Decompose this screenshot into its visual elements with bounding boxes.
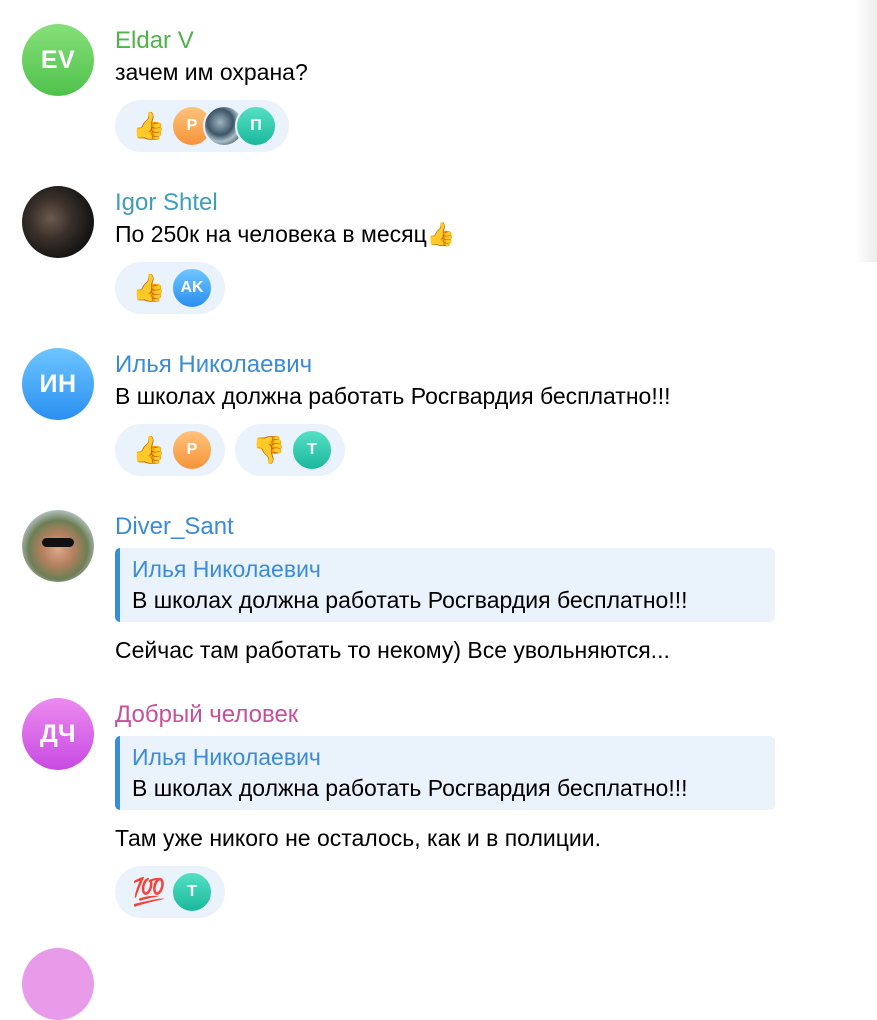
author-name[interactable]: Добрый человек bbox=[115, 700, 775, 730]
avatar[interactable]: ИН bbox=[22, 348, 94, 420]
reaction-thumbs-up[interactable]: 👍 Р bbox=[115, 424, 225, 476]
avatar[interactable] bbox=[22, 186, 94, 258]
message-text: По 250к на человека в месяц👍 bbox=[115, 221, 456, 247]
scroll-shadow bbox=[855, 0, 877, 262]
reactor-avatar: AK bbox=[171, 267, 213, 309]
quote-author: Илья Николаевич bbox=[132, 556, 321, 582]
reactor-avatar: Р bbox=[171, 429, 213, 471]
thumbs-up-icon: 👍 bbox=[132, 273, 166, 303]
reply-quote[interactable]: Илья Николаевич В школах должна работать… bbox=[115, 548, 775, 622]
author-name[interactable]: Diver_Sant bbox=[115, 512, 775, 542]
quote-text: В школах должна работать Росгвардия бесп… bbox=[132, 775, 688, 801]
reactor-avatar: П bbox=[235, 105, 277, 147]
avatar[interactable]: EV bbox=[22, 24, 94, 96]
reaction-thumbs-up[interactable]: 👍 AK bbox=[115, 262, 225, 314]
author-name[interactable]: Илья Николаевич bbox=[115, 350, 671, 380]
hundred-points-icon: 💯 bbox=[132, 877, 166, 907]
message-text: Там уже никого не осталось, как и в поли… bbox=[115, 825, 601, 851]
message-text: зачем им охрана? bbox=[115, 59, 308, 85]
avatar[interactable]: ДЧ bbox=[22, 698, 94, 770]
message-text: Сейчас там работать то некому) Все уволь… bbox=[115, 637, 670, 663]
reaction-thumbs-down[interactable]: 👎 Т bbox=[235, 424, 345, 476]
thumbs-down-icon: 👎 bbox=[252, 435, 286, 465]
author-name[interactable]: Eldar V bbox=[115, 26, 308, 56]
reactor-avatar: Т bbox=[291, 429, 333, 471]
reply-quote[interactable]: Илья Николаевич В школах должна работать… bbox=[115, 736, 775, 810]
avatar[interactable] bbox=[22, 510, 94, 582]
reaction-thumbs-up[interactable]: 👍 Р П bbox=[115, 100, 289, 152]
reaction-hundred[interactable]: 💯 Т bbox=[115, 866, 225, 918]
thumbs-up-icon: 👍 bbox=[132, 111, 166, 141]
message-text: В школах должна работать Росгвардия бесп… bbox=[115, 383, 671, 409]
author-name[interactable]: Igor Shtel bbox=[115, 188, 455, 218]
avatar[interactable] bbox=[22, 948, 94, 1020]
thumbs-up-icon: 👍 bbox=[132, 435, 166, 465]
reactor-avatar: Т bbox=[171, 871, 213, 913]
quote-text: В школах должна работать Росгвардия бесп… bbox=[132, 587, 688, 613]
quote-author: Илья Николаевич bbox=[132, 744, 321, 770]
